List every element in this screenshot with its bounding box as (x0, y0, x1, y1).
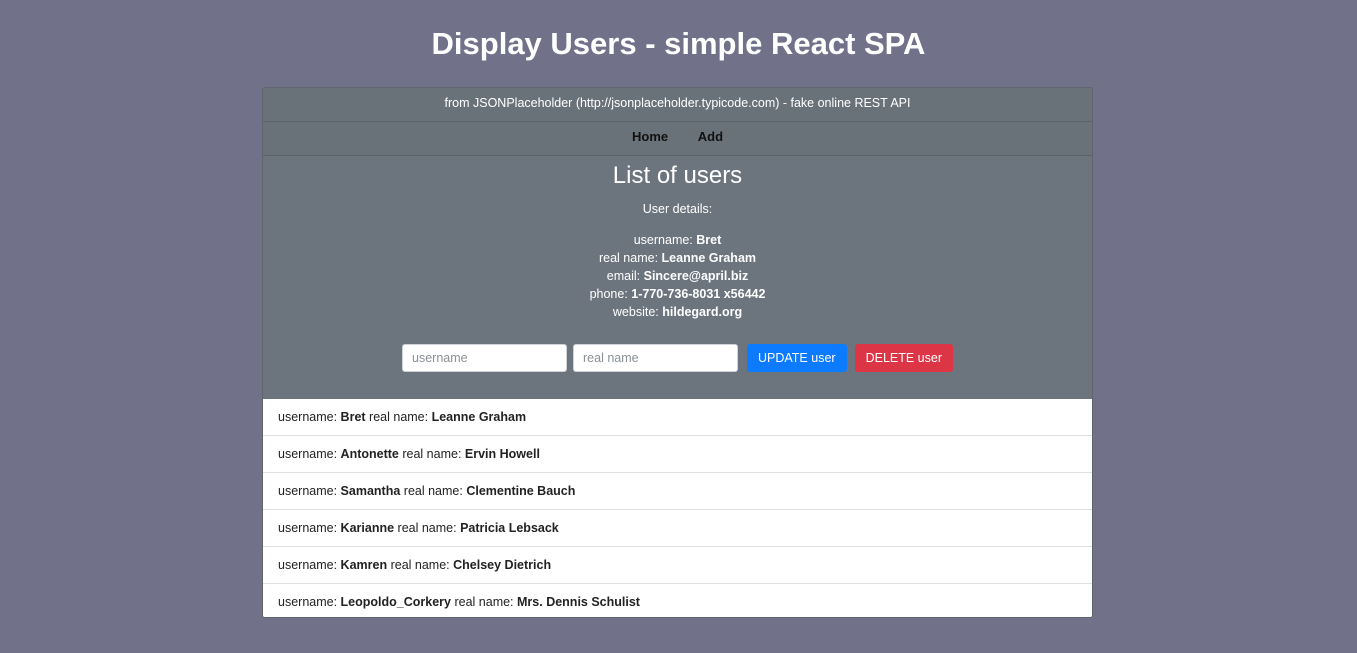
list-item[interactable]: username: Karianne real name: Patricia L… (263, 510, 1092, 547)
list-username-value: Kamren (340, 558, 388, 572)
list-realname-value: Chelsey Dietrich (453, 558, 552, 572)
list-item[interactable]: username: Kamren real name: Chelsey Diet… (263, 547, 1092, 584)
detail-username: username: Bret (263, 231, 1092, 249)
update-user-button[interactable]: UPDATE user (747, 344, 847, 372)
list-username-label: username: (278, 484, 338, 498)
detail-phone-label: phone: (589, 287, 628, 301)
list-username-value: Leopoldo_Corkery (340, 595, 451, 609)
detail-username-label: username: (633, 233, 693, 247)
nav-home-link[interactable]: Home (632, 122, 668, 152)
list-realname-value: Patricia Lebsack (460, 521, 559, 535)
list-realname-label: real name: (390, 558, 450, 572)
detail-realname-label: real name: (598, 251, 659, 265)
list-title: List of users (612, 162, 743, 189)
list-username-label: username: (278, 595, 338, 609)
page-title: Display Users - simple React SPA (431, 26, 926, 61)
list-username-label: username: (278, 410, 338, 424)
detail-realname-value: Leanne Graham (661, 251, 757, 265)
list-realname-value: Clementine Bauch (466, 484, 576, 498)
list-realname-label: real name: (369, 410, 429, 424)
list-username-label: username: (278, 447, 338, 461)
user-detail-lines: username: Bret real name: Leanne Graham … (263, 231, 1092, 321)
list-realname-label: real name: (397, 521, 457, 535)
detail-email: email: Sincere@april.biz (263, 267, 1092, 285)
detail-website-label: website: (612, 305, 659, 319)
user-details-label: User details: (642, 202, 713, 216)
list-realname-label: real name: (402, 447, 462, 461)
list-realname-value: Mrs. Dennis Schulist (517, 595, 640, 609)
list-username-label: username: (278, 558, 338, 572)
list-item[interactable]: username: Samantha real name: Clementine… (263, 473, 1092, 510)
detail-website-value: hildegard.org (662, 305, 743, 319)
delete-user-button[interactable]: DELETE user (854, 344, 953, 372)
list-username-value: Karianne (340, 521, 395, 535)
detail-email-label: email: (606, 269, 641, 283)
list-item[interactable]: username: Bret real name: Leanne Graham (263, 399, 1092, 436)
detail-phone-value: 1-770-736-8031 x56442 (631, 287, 766, 301)
detail-phone: phone: 1-770-736-8031 x56442 (263, 285, 1092, 303)
detail-website: website: hildegard.org (263, 303, 1092, 321)
list-username-value: Bret (340, 410, 366, 424)
list-realname-value: Ervin Howell (464, 447, 540, 461)
detail-realname: real name: Leanne Graham (263, 249, 1092, 267)
nav-add-link[interactable]: Add (698, 122, 723, 152)
user-details-panel: List of users User details: username: Br… (263, 156, 1092, 400)
list-username-label: username: (278, 521, 338, 535)
list-username-value: Antonette (340, 447, 399, 461)
detail-email-value: Sincere@april.biz (643, 269, 749, 283)
list-realname-label: real name: (403, 484, 463, 498)
user-list: username: Bret real name: Leanne Graham u… (263, 399, 1092, 617)
edit-user-form: UPDATE user DELETE user (263, 344, 1092, 372)
username-input[interactable] (402, 344, 567, 372)
main-card: from JSONPlaceholder (http://jsonplaceho… (262, 87, 1093, 618)
list-username-value: Samantha (340, 484, 401, 498)
list-item[interactable]: username: Antonette real name: Ervin How… (263, 436, 1092, 473)
realname-input[interactable] (573, 344, 738, 372)
detail-username-value: Bret (696, 233, 722, 247)
card-header: from JSONPlaceholder (http://jsonplaceho… (263, 88, 1092, 122)
list-realname-value: Leanne Graham (431, 410, 527, 424)
list-item[interactable]: username: Leopoldo_Corkery real name: Mr… (263, 584, 1092, 617)
nav-bar: Home Add (263, 122, 1092, 156)
list-realname-label: real name: (454, 595, 514, 609)
